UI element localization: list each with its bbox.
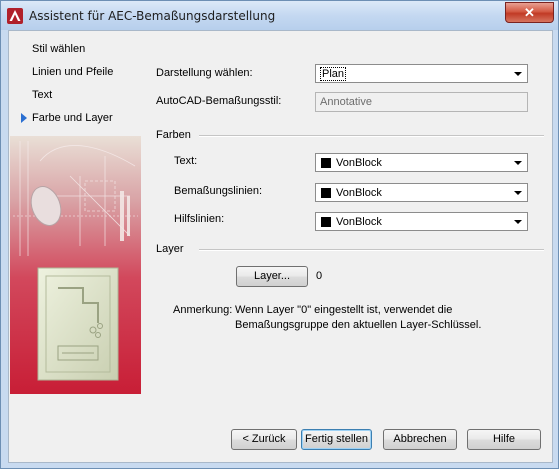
bemassungslinien-label: Bemaßungslinien: <box>174 185 263 197</box>
bemassungsstil-field: Annotative <box>315 92 528 112</box>
step-linien-und-pfeile[interactable]: Linien und Pfeile <box>32 66 113 78</box>
close-icon: ✕ <box>524 5 535 20</box>
help-button-label: Hilfe <box>492 433 515 445</box>
text-color-label: Text: <box>174 155 198 167</box>
finish-button[interactable]: Fertig stellen <box>301 429 372 450</box>
color-swatch <box>321 158 331 168</box>
dialog-client: Stil wählen Linien und Pfeile Text Farbe… <box>8 30 553 463</box>
note-label: Anmerkung: <box>173 304 233 316</box>
text-color-dropdown[interactable]: VonBlock <box>315 153 528 172</box>
cancel-button-label: Abbrechen <box>393 433 447 445</box>
layer-button[interactable]: Layer... <box>236 266 308 287</box>
bemassungslinien-value: VonBlock <box>336 187 382 199</box>
wizard-illustration <box>10 136 141 394</box>
window-title: Assistent für AEC-Bemaßungsdarstellung <box>29 9 276 23</box>
note-line-1: Wenn Layer "0" eingestellt ist, verwende… <box>235 304 453 316</box>
cancel-button[interactable]: Abbrechen <box>383 429 457 450</box>
wizard-steps: Stil wählen Linien und Pfeile Text Farbe… <box>9 31 144 141</box>
back-button-label: < Zurück <box>242 433 286 445</box>
darstellung-label: Darstellung wählen: <box>156 67 253 79</box>
dialog-window: Assistent für AEC-Bemaßungsdarstellung ✕… <box>0 0 559 469</box>
chevron-down-icon <box>514 72 522 76</box>
autocad-app-icon <box>7 8 23 24</box>
current-step-arrow-icon <box>21 113 27 123</box>
layer-heading: Layer <box>156 243 184 255</box>
hilfslinien-value: VonBlock <box>336 216 382 228</box>
chevron-down-icon <box>514 191 522 195</box>
farben-separator <box>199 135 544 137</box>
text-color-value: VonBlock <box>336 157 382 169</box>
back-button[interactable]: < Zurück <box>231 429 297 450</box>
layer-separator <box>199 249 544 251</box>
chevron-down-icon <box>514 220 522 224</box>
hilfslinien-dropdown[interactable]: VonBlock <box>315 212 528 231</box>
layer-value: 0 <box>316 270 323 282</box>
hilfslinien-label: Hilfslinien: <box>174 213 225 225</box>
step-stil-waehlen[interactable]: Stil wählen <box>32 43 85 55</box>
step-farbe-und-layer[interactable]: Farbe und Layer <box>32 112 113 124</box>
color-swatch <box>321 217 331 227</box>
farben-heading: Farben <box>156 129 191 141</box>
darstellung-value: Plan <box>320 67 347 81</box>
title-bar[interactable]: Assistent für AEC-Bemaßungsdarstellung ✕ <box>1 1 558 30</box>
step-text[interactable]: Text <box>32 89 52 101</box>
bemassungsstil-label: AutoCAD-Bemaßungsstil: <box>156 95 282 107</box>
layer-button-label: Layer... <box>253 270 291 282</box>
bemassungsstil-value: Annotative <box>320 96 372 108</box>
chevron-down-icon <box>514 161 522 165</box>
color-swatch <box>321 188 331 198</box>
bemassungslinien-dropdown[interactable]: VonBlock <box>315 183 528 202</box>
close-button[interactable]: ✕ <box>505 2 554 23</box>
darstellung-dropdown[interactable]: Plan <box>315 64 528 83</box>
note-line-2: Bemaßungsgruppe den aktuellen Layer-Schl… <box>235 319 482 331</box>
help-button[interactable]: Hilfe <box>467 429 541 450</box>
finish-button-label: Fertig stellen <box>305 433 368 445</box>
